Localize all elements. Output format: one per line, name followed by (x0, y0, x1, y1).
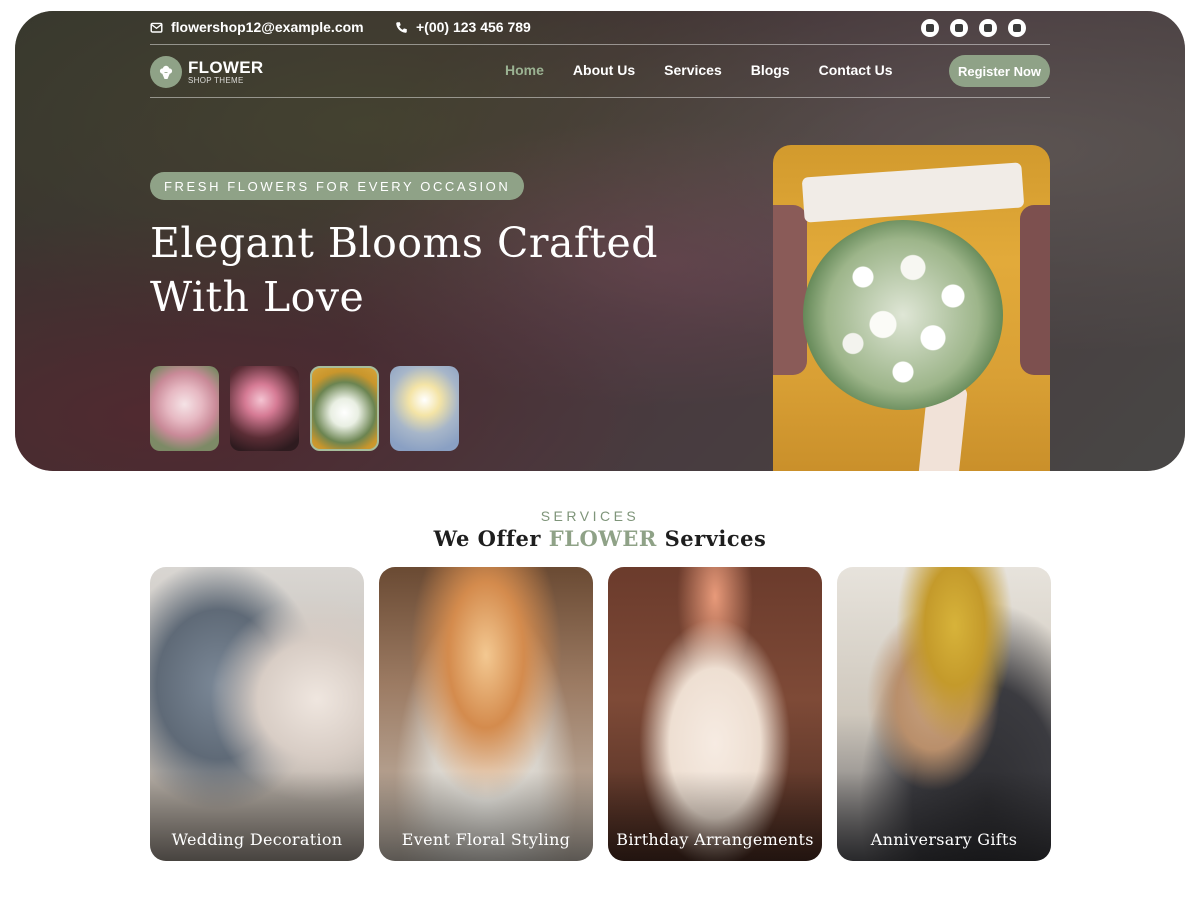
services-title: We Offer FLOWER Services (0, 526, 1200, 551)
hero-title: Elegant Blooms Crafted With Love (150, 216, 670, 324)
services-title-pre: We Offer (433, 526, 549, 551)
email-text: flowershop12@example.com (171, 19, 364, 35)
service-card-label: Event Floral Styling (401, 830, 571, 849)
hero-bouquet-image (773, 145, 1050, 471)
flower-logo-icon (150, 56, 182, 88)
hero-badge: FRESH FLOWERS FOR EVERY OCCASION (150, 172, 525, 200)
phone-contact[interactable]: +(00) 123 456 789 (395, 19, 531, 35)
hero-title-line2: With Love (150, 273, 365, 321)
youtube-icon[interactable] (979, 19, 997, 37)
service-card-wedding[interactable]: Wedding Decoration (150, 567, 364, 861)
services-title-post: Services (656, 526, 767, 551)
hero-section: flowershop12@example.com +(00) 123 456 7… (15, 11, 1185, 471)
hero-title-line1: Elegant Blooms Crafted (150, 219, 659, 267)
register-now-button[interactable]: Register Now (949, 55, 1050, 87)
email-contact[interactable]: flowershop12@example.com (150, 19, 364, 35)
topbar: flowershop12@example.com +(00) 123 456 7… (150, 17, 1050, 45)
hero-thumbnails (150, 366, 459, 451)
nav-about-us[interactable]: About Us (573, 62, 635, 78)
service-card-label: Birthday Arrangements (616, 830, 814, 849)
phone-icon (396, 21, 407, 33)
nav-blogs[interactable]: Blogs (751, 62, 790, 78)
logo-title: FLOWER (188, 57, 264, 77)
twitter-icon[interactable] (950, 19, 968, 37)
service-card-label: Anniversary Gifts (870, 830, 1018, 849)
thumbnail-daisies-jar[interactable] (390, 366, 459, 451)
thumbnail-bouquet-pink[interactable] (150, 366, 219, 451)
nav-contact-us[interactable]: Contact Us (819, 62, 893, 78)
nav-home[interactable]: Home (505, 62, 544, 78)
thumbnail-bouquet-dark[interactable] (230, 366, 299, 451)
logo-subtitle: SHOP THEME (188, 75, 244, 85)
topbar-divider (150, 44, 1050, 45)
social-links (921, 19, 1026, 37)
services-title-accent: FLOWER (548, 526, 657, 551)
service-card-label: Wedding Decoration (171, 830, 343, 849)
main-nav: Home About Us Services Blogs Contact Us (505, 62, 893, 78)
instagram-icon[interactable] (1008, 19, 1026, 37)
service-card-event[interactable]: Event Floral Styling (379, 567, 593, 861)
mail-icon (150, 22, 163, 33)
service-card-anniversary[interactable]: Anniversary Gifts (837, 567, 1051, 861)
facebook-icon[interactable] (921, 19, 939, 37)
services-cards: Wedding Decoration Event Floral Styling … (150, 567, 1051, 861)
nav-services[interactable]: Services (664, 62, 722, 78)
services-eyebrow: SERVICES (540, 508, 640, 524)
logo[interactable]: FLOWER SHOP THEME (150, 56, 263, 88)
nav-divider (150, 97, 1050, 98)
thumbnail-bouquet-white[interactable] (310, 366, 379, 451)
phone-text: +(00) 123 456 789 (416, 19, 531, 35)
service-card-birthday[interactable]: Birthday Arrangements (608, 567, 822, 861)
